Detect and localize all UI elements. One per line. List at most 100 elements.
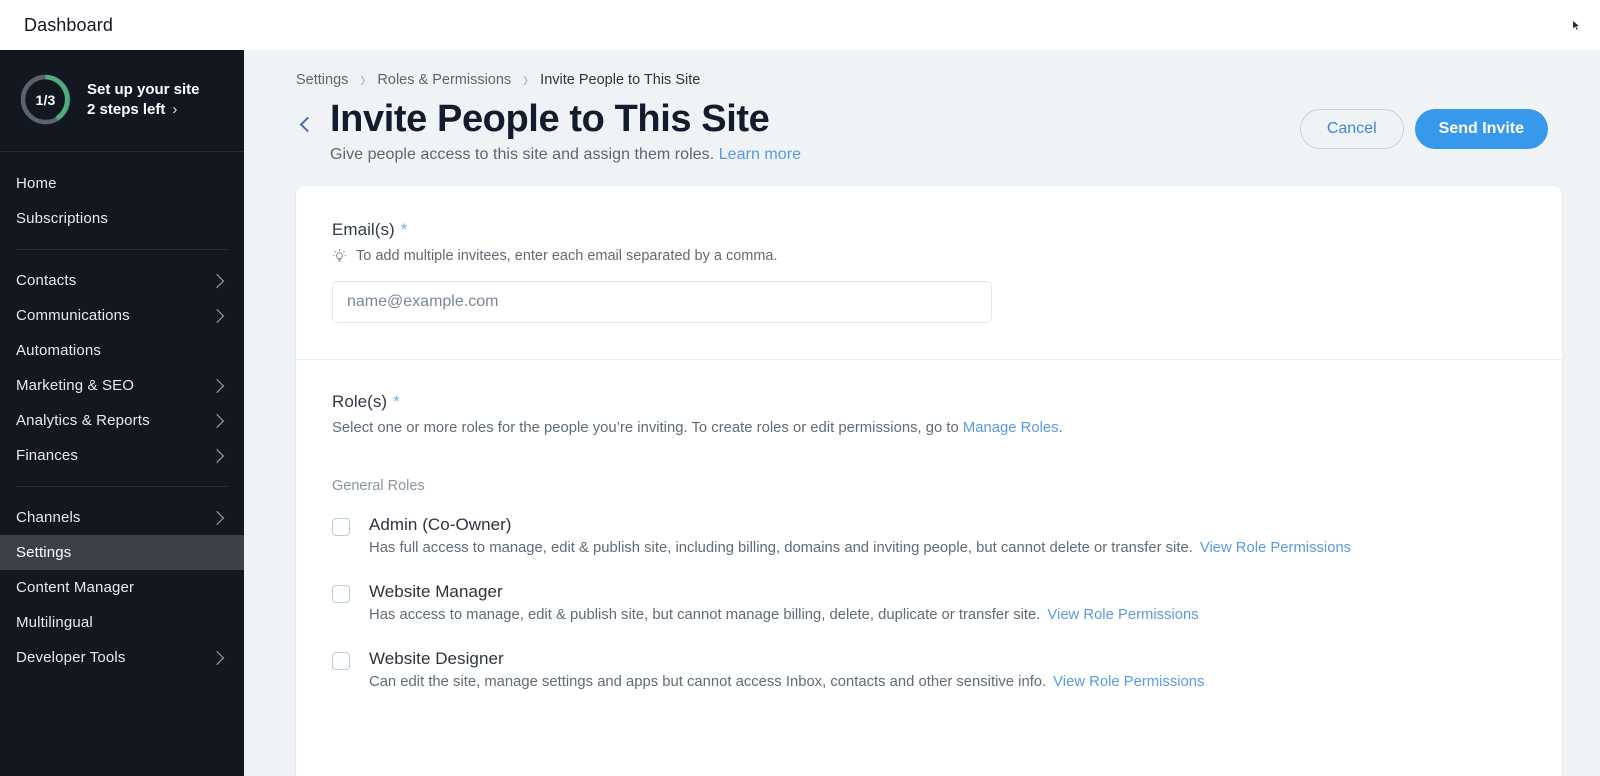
page-subtitle-text: Give people access to this site and assi… [330, 146, 715, 163]
sidebar-item-contacts[interactable]: Contacts [0, 263, 244, 298]
email-input[interactable] [332, 281, 992, 323]
sidebar-item-label: Developer Tools [16, 649, 126, 666]
page-header: Settings › Roles & Permissions › Invite … [244, 50, 1600, 164]
role-description: Has full access to manage, edit & publis… [369, 540, 1351, 556]
sidebar-group-3: Channels Settings Content Manager Multil… [0, 500, 244, 675]
breadcrumb-separator-icon: › [360, 66, 366, 93]
title-row: Invite People to This Site Give people a… [296, 97, 1548, 164]
chevron-right-icon [209, 378, 225, 393]
role-description: Has access to manage, edit & publish sit… [369, 607, 1199, 623]
email-label-row: Email(s) * [332, 220, 1526, 240]
view-role-permissions-link[interactable]: View Role Permissions [1200, 540, 1351, 556]
role-name: Website Manager [369, 582, 503, 601]
sidebar: 1/3 Set up your site 2 steps left › Home [0, 50, 244, 776]
required-asterisk: * [393, 392, 400, 411]
sidebar-item-home[interactable]: Home [0, 166, 244, 201]
breadcrumb: Settings › Roles & Permissions › Invite … [296, 67, 1548, 93]
sidebar-item-label: Content Manager [16, 579, 135, 596]
page-title: Invite People to This Site [330, 98, 770, 140]
body-split: 1/3 Set up your site 2 steps left › Home [0, 50, 1600, 776]
roles-section: Role(s) * Select one or more roles for t… [296, 360, 1562, 726]
sidebar-item-analytics-reports[interactable]: Analytics & Reports [0, 403, 244, 438]
sidebar-item-finances[interactable]: Finances [0, 438, 244, 473]
view-role-permissions-link[interactable]: View Role Permissions [1047, 607, 1198, 623]
role-checkbox[interactable] [332, 652, 350, 670]
setup-progress-ring: 1/3 [18, 72, 73, 127]
role-text: Admin (Co-Owner) Has full access to mana… [369, 515, 1351, 556]
main-content: Settings › Roles & Permissions › Invite … [244, 50, 1600, 776]
setup-subtitle-row: 2 steps left › [87, 101, 200, 118]
role-description-text: Has access to manage, edit & publish sit… [369, 607, 1041, 623]
cancel-button[interactable]: Cancel [1299, 109, 1404, 149]
chevron-right-icon [209, 273, 225, 288]
chevron-right-icon [209, 413, 225, 428]
sidebar-item-label: Home [16, 175, 57, 192]
sidebar-item-content-manager[interactable]: Content Manager [0, 570, 244, 605]
sidebar-item-channels[interactable]: Channels [0, 500, 244, 535]
chevron-right-icon [209, 308, 225, 323]
view-role-permissions-link[interactable]: View Role Permissions [1053, 674, 1204, 690]
role-item-website-designer: Website Designer Can edit the site, mana… [332, 649, 1526, 690]
sidebar-item-settings[interactable]: Settings [0, 535, 244, 570]
role-name: Admin (Co-Owner) [369, 515, 512, 534]
sidebar-group-2: Contacts Communications Automations Mark… [0, 263, 244, 473]
top-bar: Dashboard [0, 0, 1600, 50]
breadcrumb-item-settings[interactable]: Settings [296, 72, 348, 88]
sidebar-item-automations[interactable]: Automations [0, 333, 244, 368]
role-list: Admin (Co-Owner) Has full access to mana… [332, 515, 1526, 690]
top-bar-right [1572, 19, 1581, 32]
email-section: Email(s) * To add multiple invitees, ent… [296, 186, 1562, 359]
setup-progress-block[interactable]: 1/3 Set up your site 2 steps left › [0, 50, 244, 152]
page-subtitle: Give people access to this site and assi… [330, 146, 801, 164]
setup-text: Set up your site 2 steps left › [87, 81, 200, 118]
dashboard-title: Dashboard [24, 14, 113, 35]
setup-subtitle: 2 steps left [87, 101, 166, 118]
role-description-text: Can edit the site, manage settings and a… [369, 674, 1047, 690]
sidebar-item-label: Settings [16, 544, 72, 561]
role-item-admin-co-owner: Admin (Co-Owner) Has full access to mana… [332, 515, 1526, 556]
breadcrumb-item-current: Invite People to This Site [540, 71, 701, 88]
role-description: Can edit the site, manage settings and a… [369, 674, 1204, 690]
role-text: Website Designer Can edit the site, mana… [369, 649, 1204, 690]
app-root: Dashboard 1/3 Set up your site 2 steps l… [0, 0, 1600, 776]
sidebar-item-subscriptions[interactable]: Subscriptions [0, 201, 244, 236]
email-hint-text: To add multiple invitees, enter each ema… [356, 248, 778, 264]
role-item-website-manager: Website Manager Has access to manage, ed… [332, 582, 1526, 623]
role-description-text: Has full access to manage, edit & publis… [369, 540, 1193, 556]
chevron-left-icon[interactable] [296, 104, 318, 144]
role-name: Website Designer [369, 649, 504, 668]
sidebar-item-marketing-seo[interactable]: Marketing & SEO [0, 368, 244, 403]
send-invite-button[interactable]: Send Invite [1414, 109, 1548, 149]
manage-roles-link[interactable]: Manage Roles [963, 420, 1059, 436]
invite-form-card: Email(s) * To add multiple invitees, ent… [296, 186, 1562, 776]
sidebar-item-communications[interactable]: Communications [0, 298, 244, 333]
setup-title: Set up your site [87, 81, 200, 98]
lightbulb-icon [332, 249, 347, 262]
setup-progress-label: 1/3 [35, 91, 56, 108]
sidebar-item-multilingual[interactable]: Multilingual [0, 605, 244, 640]
general-roles-group-label: General Roles [332, 478, 425, 494]
roles-description: Select one or more roles for the people … [332, 420, 1526, 436]
roles-label-row: Role(s) * [332, 392, 1526, 412]
learn-more-link[interactable]: Learn more [719, 146, 801, 163]
breadcrumb-item-roles-permissions[interactable]: Roles & Permissions [377, 72, 511, 88]
role-checkbox[interactable] [332, 585, 350, 603]
sidebar-item-label: Marketing & SEO [16, 377, 135, 394]
sidebar-group-1: Home Subscriptions [0, 166, 244, 236]
sidebar-item-label: Automations [16, 342, 102, 359]
email-hint-row: To add multiple invitees, enter each ema… [332, 248, 1526, 264]
title-block: Invite People to This Site Give people a… [330, 97, 801, 164]
roles-label: Role(s) [332, 392, 388, 411]
sidebar-item-label: Multilingual [16, 614, 93, 631]
required-asterisk: * [400, 220, 408, 239]
breadcrumb-separator-icon: › [523, 66, 529, 93]
role-text: Website Manager Has access to manage, ed… [369, 582, 1199, 623]
email-label: Email(s) [332, 220, 395, 239]
sidebar-item-label: Contacts [16, 272, 77, 289]
role-checkbox[interactable] [332, 518, 350, 536]
sidebar-nav: Home Subscriptions Contacts Communicatio… [0, 152, 244, 675]
chevron-right-icon [209, 448, 225, 463]
sidebar-divider [16, 249, 228, 250]
sidebar-item-label: Finances [16, 447, 79, 464]
sidebar-item-developer-tools[interactable]: Developer Tools [0, 640, 244, 675]
